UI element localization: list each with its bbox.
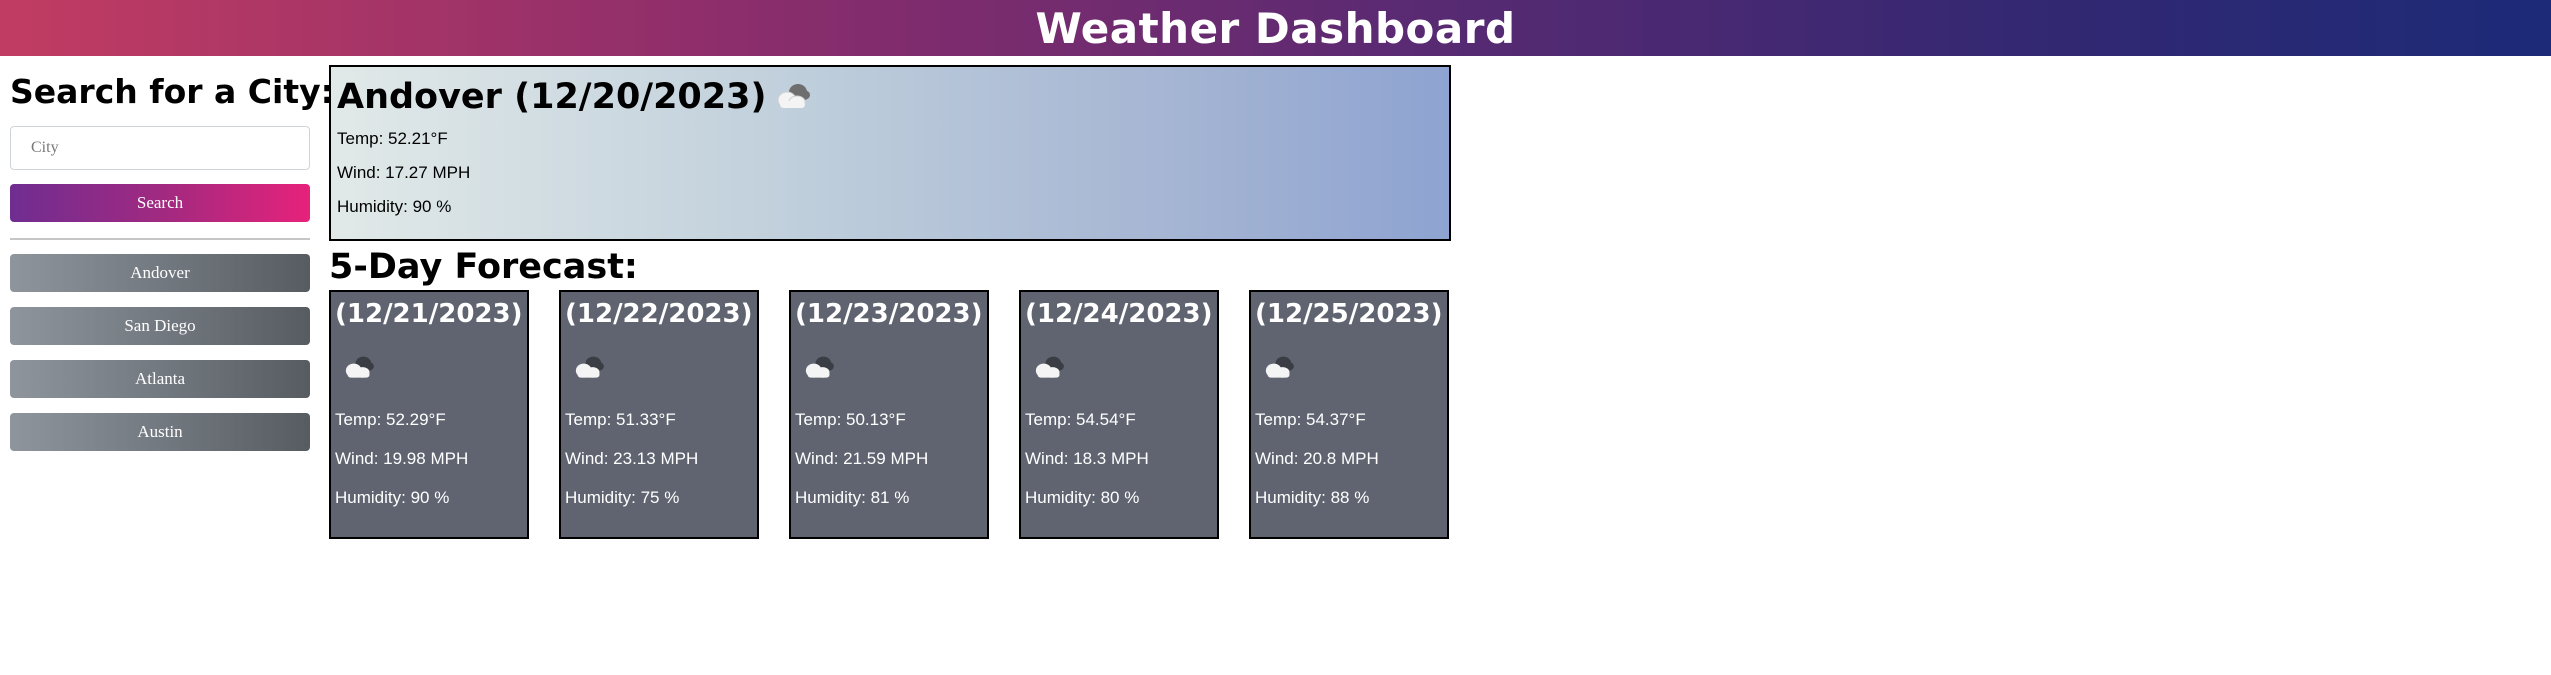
forecast-wind: Wind: 23.13 MPH [565, 449, 699, 468]
forecast-wind: Wind: 20.8 MPH [1255, 449, 1379, 468]
history-button-austin[interactable]: Austin [10, 413, 310, 451]
current-city-date: Andover (12/20/2023) [337, 77, 767, 117]
forecast-date: (12/25/2023) [1255, 299, 1443, 329]
cloud-icon [571, 354, 607, 382]
forecast-humidity: Humidity: 80 % [1025, 488, 1140, 507]
current-wind: Wind: 17.27 MPH [337, 163, 471, 182]
forecast-card: (12/22/2023) Temp: 51.33°F Wind: 23.13 M… [559, 290, 759, 539]
forecast-card: (12/25/2023) Temp: 54.37°F Wind: 20.8 MP… [1249, 290, 1449, 539]
cloud-icon [801, 354, 837, 382]
forecast-card: (12/23/2023) Temp: 50.13°F Wind: 21.59 M… [789, 290, 989, 539]
current-weather-panel: Andover (12/20/2023) Temp: 52.21°F Wind:… [329, 65, 1451, 241]
forecast-humidity: Humidity: 90 % [335, 488, 450, 507]
forecast-date: (12/23/2023) [795, 299, 983, 329]
forecast-wind: Wind: 18.3 MPH [1025, 449, 1149, 468]
history-button-san-diego[interactable]: San Diego [10, 307, 310, 345]
sidebar: Search for a City: Search Andover San Di… [10, 68, 334, 451]
forecast-humidity: Humidity: 81 % [795, 488, 910, 507]
forecast-temp: Temp: 50.13°F [795, 410, 906, 429]
sidebar-divider [10, 238, 310, 240]
forecast-date: (12/22/2023) [565, 299, 753, 329]
forecast-date: (12/24/2023) [1025, 299, 1213, 329]
forecast-temp: Temp: 51.33°F [565, 410, 676, 429]
history-button-atlanta[interactable]: Atlanta [10, 360, 310, 398]
forecast-date: (12/21/2023) [335, 299, 523, 329]
forecast-card: (12/21/2023) Temp: 52.29°F Wind: 19.98 M… [329, 290, 529, 539]
cloud-icon [1261, 354, 1297, 382]
current-humidity: Humidity: 90 % [337, 197, 452, 216]
cloud-icon [773, 81, 813, 113]
forecast-wind: Wind: 19.98 MPH [335, 449, 469, 468]
forecast-card: (12/24/2023) Temp: 54.54°F Wind: 18.3 MP… [1019, 290, 1219, 539]
forecast-humidity: Humidity: 75 % [565, 488, 680, 507]
cloud-icon [1031, 354, 1067, 382]
forecast-humidity: Humidity: 88 % [1255, 488, 1370, 507]
forecast-temp: Temp: 54.37°F [1255, 410, 1366, 429]
forecast-heading: 5-Day Forecast: [329, 247, 638, 287]
cloud-icon [341, 354, 377, 382]
header-bar: Weather Dashboard [0, 0, 2551, 56]
city-search-input[interactable] [10, 126, 310, 170]
current-temp: Temp: 52.21°F [337, 129, 448, 148]
forecast-temp: Temp: 54.54°F [1025, 410, 1136, 429]
search-button[interactable]: Search [10, 184, 310, 222]
current-title-row: Andover (12/20/2023) [337, 71, 813, 123]
forecast-wind: Wind: 21.59 MPH [795, 449, 929, 468]
page-title: Weather Dashboard [1035, 3, 1516, 53]
forecast-temp: Temp: 52.29°F [335, 410, 446, 429]
search-heading: Search for a City: [10, 72, 334, 111]
history-button-andover[interactable]: Andover [10, 254, 310, 292]
